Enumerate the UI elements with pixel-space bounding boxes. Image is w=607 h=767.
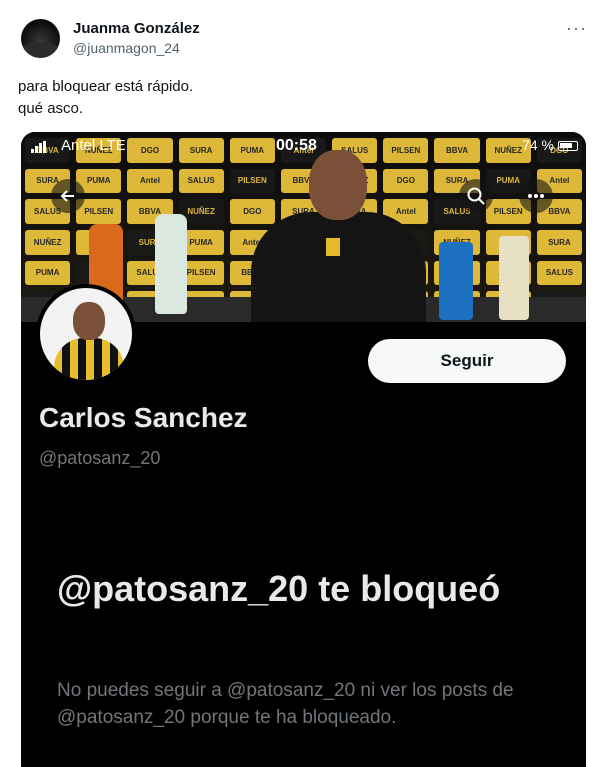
sponsor-tile: PUMA [25,260,71,286]
search-icon [467,187,485,205]
more-options-button[interactable] [519,179,553,213]
tweet-text: para bloquear está rápido. qué asco. [18,76,193,120]
more-horizontal-icon[interactable]: ··· [566,18,587,39]
tweet-header: Juanma González @juanmagon_24 ··· [18,16,589,60]
profile-handle: @patosanz_20 [39,448,161,468]
arrow-left-icon [60,190,74,202]
attached-screenshot[interactable]: BBVA NUÑEZ DGO SURA PUMA Antel SALUS PILSEN BBVA… [21,132,586,767]
profile-avatar[interactable] [36,284,136,384]
player-photo [221,142,451,322]
back-button[interactable] [51,179,85,213]
sponsor-tile: SALUS [536,260,582,286]
deodorant-can [499,236,529,320]
tweet-text-line: para bloquear está rápido. [18,78,194,95]
sponsor-tile: SALUS [178,168,224,194]
more-horizontal-icon [528,194,544,198]
sponsor-tile: Antel [127,168,173,194]
signal-icon [31,141,47,153]
search-button[interactable] [459,179,493,213]
battery-percent: 74 % [522,137,554,153]
author-name[interactable]: Juanma González [73,20,200,37]
battery-icon [558,141,578,151]
phone-status-bar: Antel LTE 00:58 74 % [21,132,586,160]
carrier-label: Antel LTE [61,137,126,154]
follow-button[interactable]: Seguir [368,339,566,383]
blocked-title: @patosanz_20 te bloqueó [57,568,501,609]
author-avatar[interactable] [21,19,60,58]
profile-display-name: Carlos Sanchez [39,402,248,433]
water-bottle [155,214,187,314]
status-time: 00:58 [276,137,317,154]
sponsor-tile: SURA [536,229,582,255]
blocked-description: No puedes seguir a @patosanz_20 ni ver l… [57,680,514,728]
author-handle[interactable]: @juanmagon_24 [73,40,180,56]
tweet-text-line: qué asco. [18,100,84,117]
sponsor-tile: NUÑEZ [25,229,71,255]
